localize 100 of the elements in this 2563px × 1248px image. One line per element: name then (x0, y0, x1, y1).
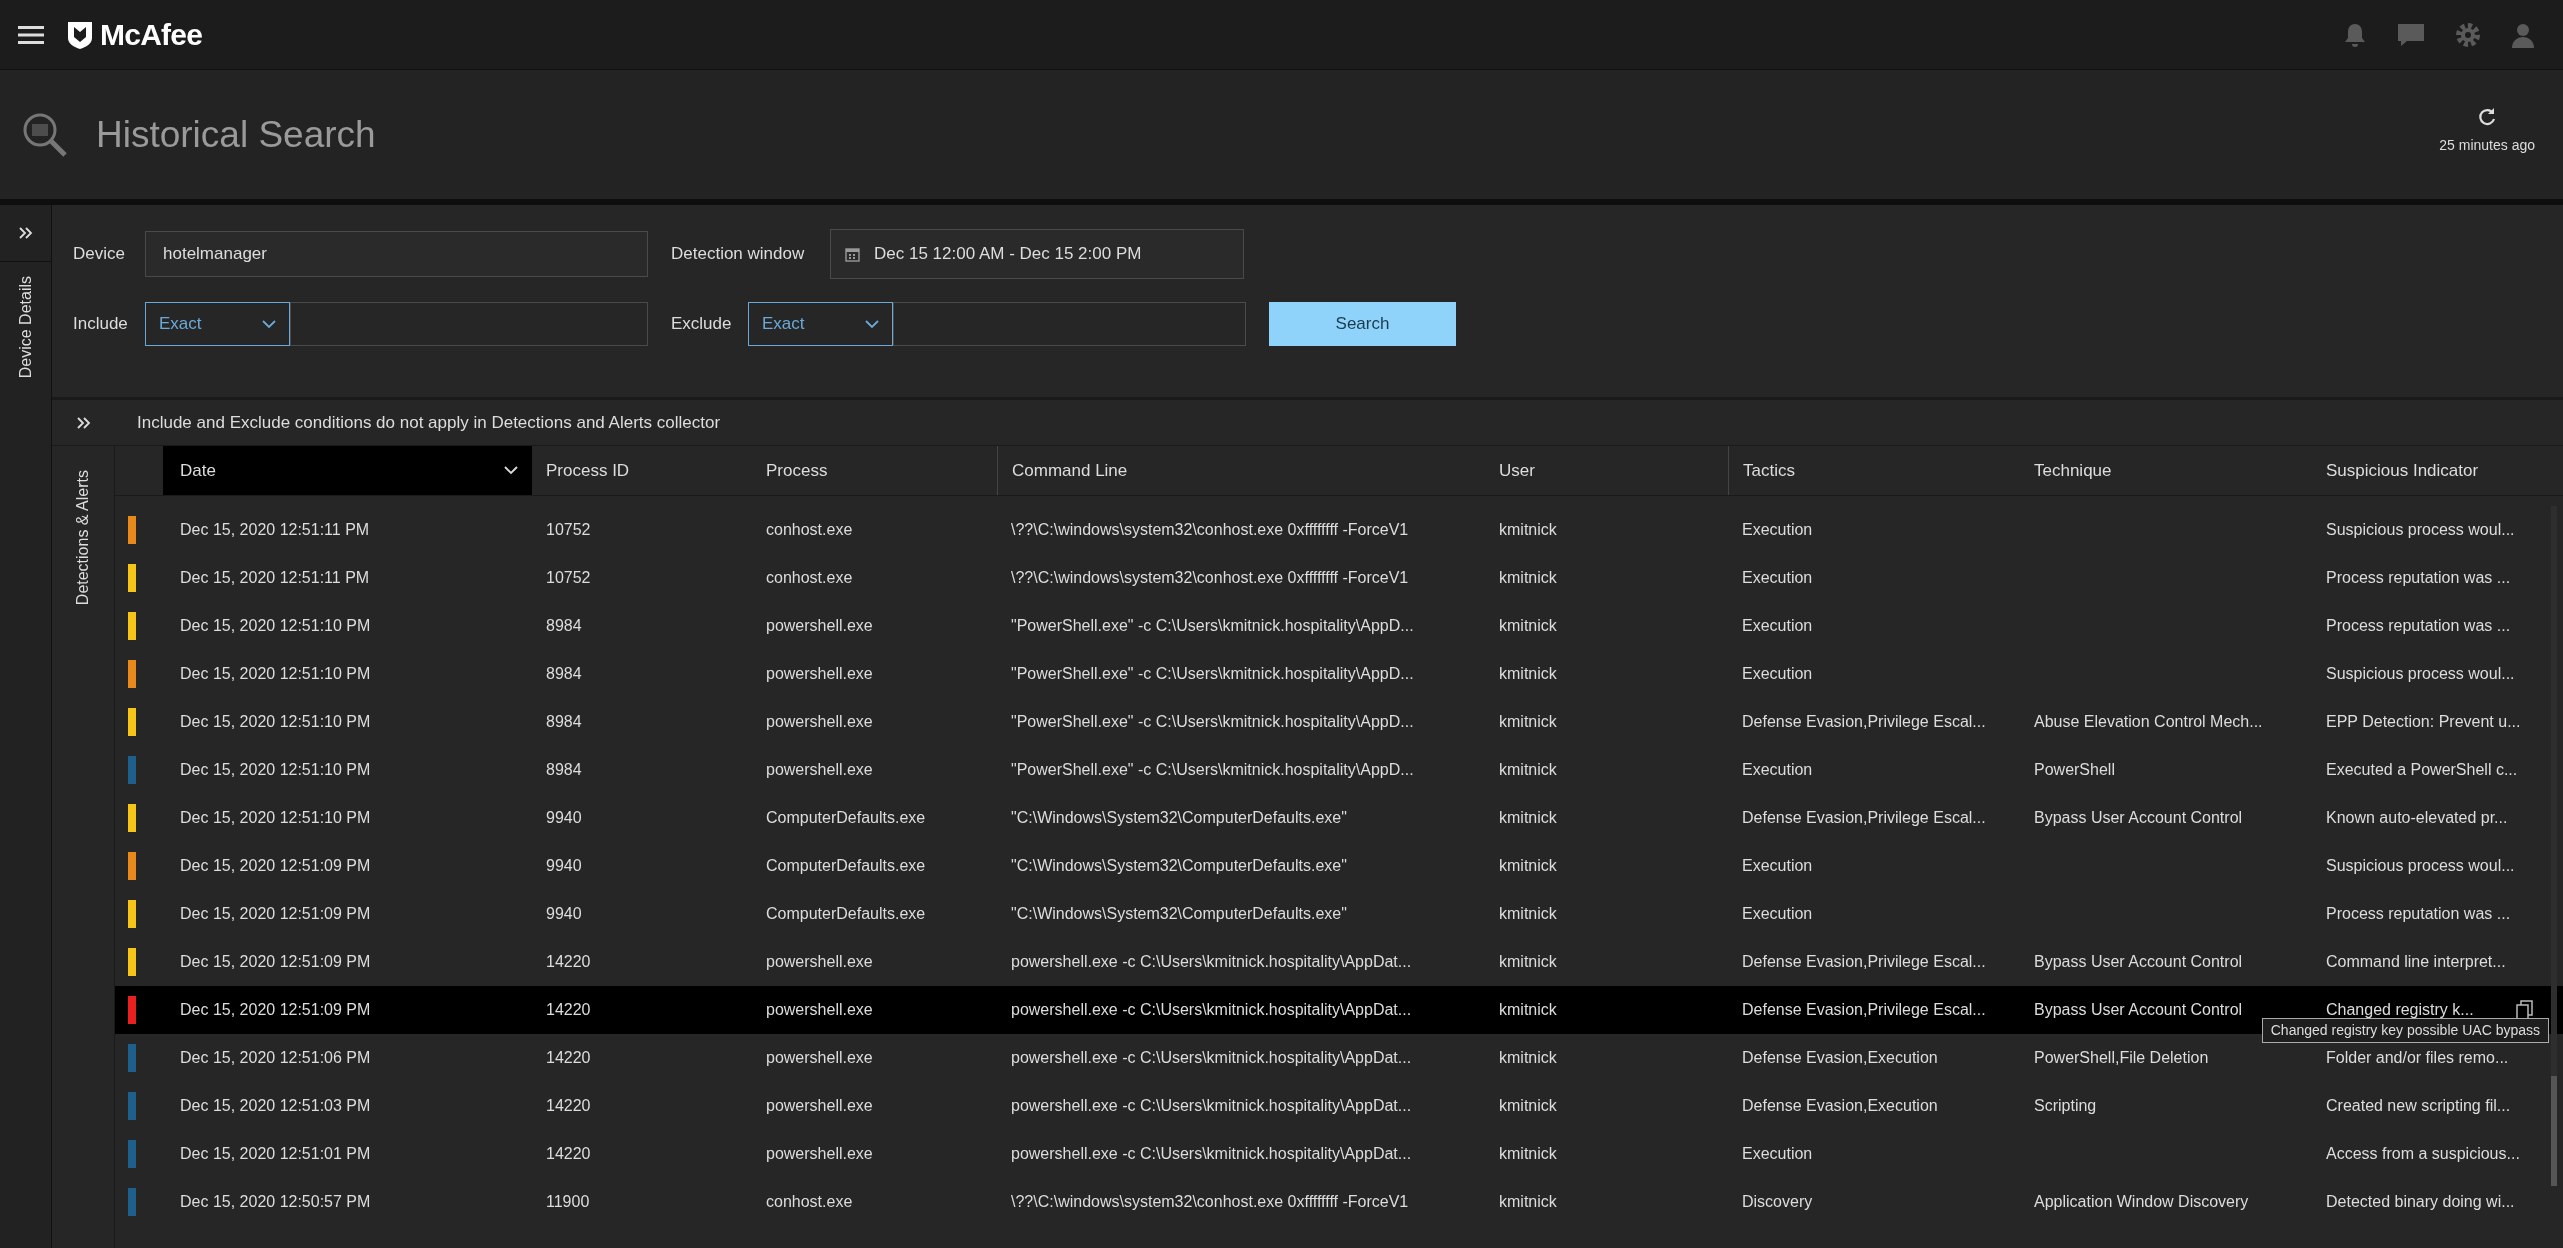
column-header[interactable]: Tactics (1728, 446, 2020, 495)
device-details-tab[interactable]: Device Details (13, 276, 38, 379)
table-cell-text: Bypass User Account Control (2034, 808, 2243, 828)
table-cell-text: kmitnick (1499, 1048, 1557, 1068)
table-cell-text: powershell.exe (766, 1000, 873, 1020)
detections-tab[interactable]: Detections & Alerts (71, 470, 95, 606)
table-cell-text: Process reputation was ... (2326, 904, 2511, 924)
table-cell-text: Known auto-elevated pr... (2326, 808, 2508, 828)
search-button[interactable]: Search (1269, 302, 1456, 346)
table-cell-text: EPP Detection: Prevent u... (2326, 712, 2521, 732)
field-label: Exclude (671, 313, 733, 336)
expand-icon[interactable] (18, 227, 33, 239)
table-cell-text: powershell.exe -c C:\Users\kmitnick.hospitality\AppDat... (1011, 1048, 1412, 1068)
refresh-icon[interactable] (2477, 107, 2498, 127)
table-cell-text: kmitnick (1499, 856, 1557, 876)
table-cell-text: kmitnick (1499, 1000, 1557, 1020)
column-header[interactable]: Process (752, 446, 997, 495)
table-row[interactable]: Dec 15, 2020 12:51:11 PM 10752 conhost.exe \??\C:\windows\system32\conhost.exe 0xffffffff -ForceV1 kmitnick Execution Process reputation was ... (115, 554, 2563, 602)
table-cell-text: 14220 (546, 1048, 591, 1068)
field-label: Include (73, 313, 129, 336)
table-cell-text: Dec 15, 2020 12:51:03 PM (180, 1096, 371, 1116)
table-cell-text: \??\C:\windows\system32\conhost.exe 0xffffffff -ForceV1 (1011, 1192, 1409, 1212)
match-dropdown[interactable]: Exact (748, 302, 893, 346)
table-cell-text: Dec 15, 2020 12:51:10 PM (180, 664, 371, 684)
table-cell-text: kmitnick (1499, 952, 1557, 972)
table-cell-text: kmitnick (1499, 1096, 1557, 1116)
table-row[interactable]: Dec 15, 2020 12:51:10 PM 9940 ComputerDefaults.exe "C:\Windows\System32\ComputerDefaults.exe" kmitnick Defense Evasion,Privilege Escal... Bypass User Account Control Known auto-elevated pr... (115, 794, 2563, 842)
scrollbar[interactable] (2551, 506, 2557, 1186)
table-cell-text: 8984 (546, 760, 582, 780)
expand-icon[interactable] (76, 416, 91, 429)
table-cell-text: Dec 15, 2020 12:51:09 PM (180, 904, 371, 924)
copy-icon[interactable] (2516, 1000, 2534, 1020)
table-cell-text: kmitnick (1499, 808, 1557, 828)
chat-icon[interactable] (2397, 22, 2425, 47)
table-cell-text: \??\C:\windows\system32\conhost.exe 0xffffffff -ForceV1 (1011, 520, 1409, 540)
table-row[interactable]: Dec 15, 2020 12:51:09 PM 9940 ComputerDefaults.exe "C:\Windows\System32\ComputerDefaults.exe" kmitnick Execution Process reputation was ... (115, 890, 2563, 938)
table-cell-text: Execution (1742, 568, 1813, 588)
bell-icon[interactable] (2343, 21, 2367, 48)
device-field[interactable]: hotelmanager (145, 231, 648, 277)
match-dropdown[interactable]: Exact (145, 302, 290, 346)
table-cell-text: ComputerDefaults.exe (766, 856, 926, 876)
table-cell-text: ComputerDefaults.exe (766, 904, 926, 924)
field-label: Detection window (671, 243, 806, 266)
notice-text: Include and Exclude conditions do not apply in Detections and Alerts collector (137, 411, 721, 434)
table-cell-text: Dec 15, 2020 12:51:10 PM (180, 760, 371, 780)
table-row[interactable]: Dec 15, 2020 12:51:11 PM 10752 conhost.exe \??\C:\windows\system32\conhost.exe 0xffffffff -ForceV1 kmitnick Execution Suspicious process woul... (115, 506, 2563, 554)
table-cell-text: powershell.exe (766, 712, 873, 732)
table-cell-text: 9940 (546, 904, 582, 924)
table-cell-text: kmitnick (1499, 664, 1557, 684)
column-header[interactable]: User (1485, 446, 1728, 495)
table-cell-text: Bypass User Account Control (2034, 952, 2243, 972)
table-cell-text: kmitnick (1499, 1192, 1557, 1212)
table-cell-text: kmitnick (1499, 616, 1557, 636)
column-header[interactable]: Suspicious Indicator (2312, 446, 2552, 495)
table-cell-text: "C:\Windows\System32\ComputerDefaults.exe" (1011, 808, 1347, 828)
table-cell-text: Created new scripting fil... (2326, 1096, 2511, 1116)
table-cell-text: 10752 (546, 568, 591, 588)
table-cell-text: conhost.exe (766, 1192, 853, 1212)
column-header[interactable]: Command Line (997, 446, 1485, 495)
column-header[interactable]: Date (163, 446, 532, 495)
table-row[interactable]: Dec 15, 2020 12:51:03 PM 14220 powershell.exe powershell.exe -c C:\Users\kmitnick.hospitality\AppDat... kmitnick Defense Evasion,Execution Scripting Created new scripting fil... (115, 1082, 2563, 1130)
table-cell-text: ComputerDefaults.exe (766, 808, 926, 828)
include-field[interactable] (290, 302, 648, 346)
table-row[interactable]: Dec 15, 2020 12:50:57 PM 11900 conhost.exe \??\C:\windows\system32\conhost.exe 0xffffffff -ForceV1 kmitnick Discovery Application Window Discovery Detected binary doing wi... (115, 1178, 2563, 1226)
table-cell-text: Discovery (1742, 1192, 1813, 1212)
table-cell-text: Defense Evasion,Privilege Escal... (1742, 952, 1986, 972)
column-header[interactable]: Process ID (532, 446, 752, 495)
table-row[interactable]: Dec 15, 2020 12:51:10 PM 8984 powershell.exe "PowerShell.exe" -c C:\Users\kmitnick.hospitality\AppD... kmitnick Execution Process reputation was ... (115, 602, 2563, 650)
search-icon (22, 111, 68, 158)
table-cell-text: Dec 15, 2020 12:51:10 PM (180, 808, 371, 828)
table-cell-text: powershell.exe -c C:\Users\kmitnick.hospitality\AppDat... (1011, 952, 1412, 972)
table-cell-text: Suspicious process woul... (2326, 664, 2515, 684)
table-cell-text: Changed registry k... (2326, 1000, 2474, 1020)
settings-icon[interactable] (2455, 21, 2481, 48)
table-cell-text: Folder and/or files remo... (2326, 1048, 2509, 1068)
table-row[interactable]: Dec 15, 2020 12:51:10 PM 8984 powershell.exe "PowerShell.exe" -c C:\Users\kmitnick.hospitality\AppD... kmitnick Execution Suspicious process woul... (115, 650, 2563, 698)
user-icon[interactable] (2511, 21, 2535, 48)
table-cell-text: Defense Evasion,Privilege Escal... (1742, 712, 1986, 732)
table-row[interactable]: Dec 15, 2020 12:51:09 PM 9940 ComputerDefaults.exe "C:\Windows\System32\ComputerDefaults.exe" kmitnick Execution Suspicious process woul... (115, 842, 2563, 890)
table-cell-text: 8984 (546, 712, 582, 732)
table-row[interactable]: Dec 15, 2020 12:51:10 PM 8984 powershell.exe "PowerShell.exe" -c C:\Users\kmitnick.hospitality\AppD... kmitnick Execution PowerShell Executed a PowerShell c... (115, 746, 2563, 794)
table-row[interactable]: Dec 15, 2020 12:51:01 PM 14220 powershell.exe powershell.exe -c C:\Users\kmitnick.hospitality\AppDat... kmitnick Execution Access from a suspicious... (115, 1130, 2563, 1178)
table-cell-text: Bypass User Account Control (2034, 1000, 2243, 1020)
table-cell-text: Dec 15, 2020 12:51:01 PM (180, 1144, 371, 1164)
page-title: Historical Search (96, 112, 376, 157)
table-cell-text: "PowerShell.exe" -c C:\Users\kmitnick.hospitality\AppD... (1011, 712, 1414, 732)
column-header[interactable]: Technique (2020, 446, 2312, 495)
table-cell-text: powershell.exe -c C:\Users\kmitnick.hospitality\AppDat... (1011, 1000, 1412, 1020)
table-cell-text: Suspicious process woul... (2326, 520, 2515, 540)
table-cell-text: powershell.exe (766, 1144, 873, 1164)
table-cell-text: kmitnick (1499, 568, 1557, 588)
table-cell-text: Dec 15, 2020 12:51:11 PM (180, 568, 370, 588)
sort-icon[interactable] (504, 466, 518, 475)
table-cell-text: powershell.exe (766, 1096, 873, 1116)
exclude-field[interactable] (893, 302, 1246, 346)
table-cell-text: powershell.exe -c C:\Users\kmitnick.hospitality\AppDat... (1011, 1144, 1412, 1164)
table-cell-text: 8984 (546, 664, 582, 684)
menu-icon[interactable] (18, 24, 44, 45)
refresh-time: 25 minutes ago (2439, 136, 2535, 155)
date-range-field[interactable]: Dec 15 12:00 AM - Dec 15 2:00 PM (830, 229, 1244, 279)
